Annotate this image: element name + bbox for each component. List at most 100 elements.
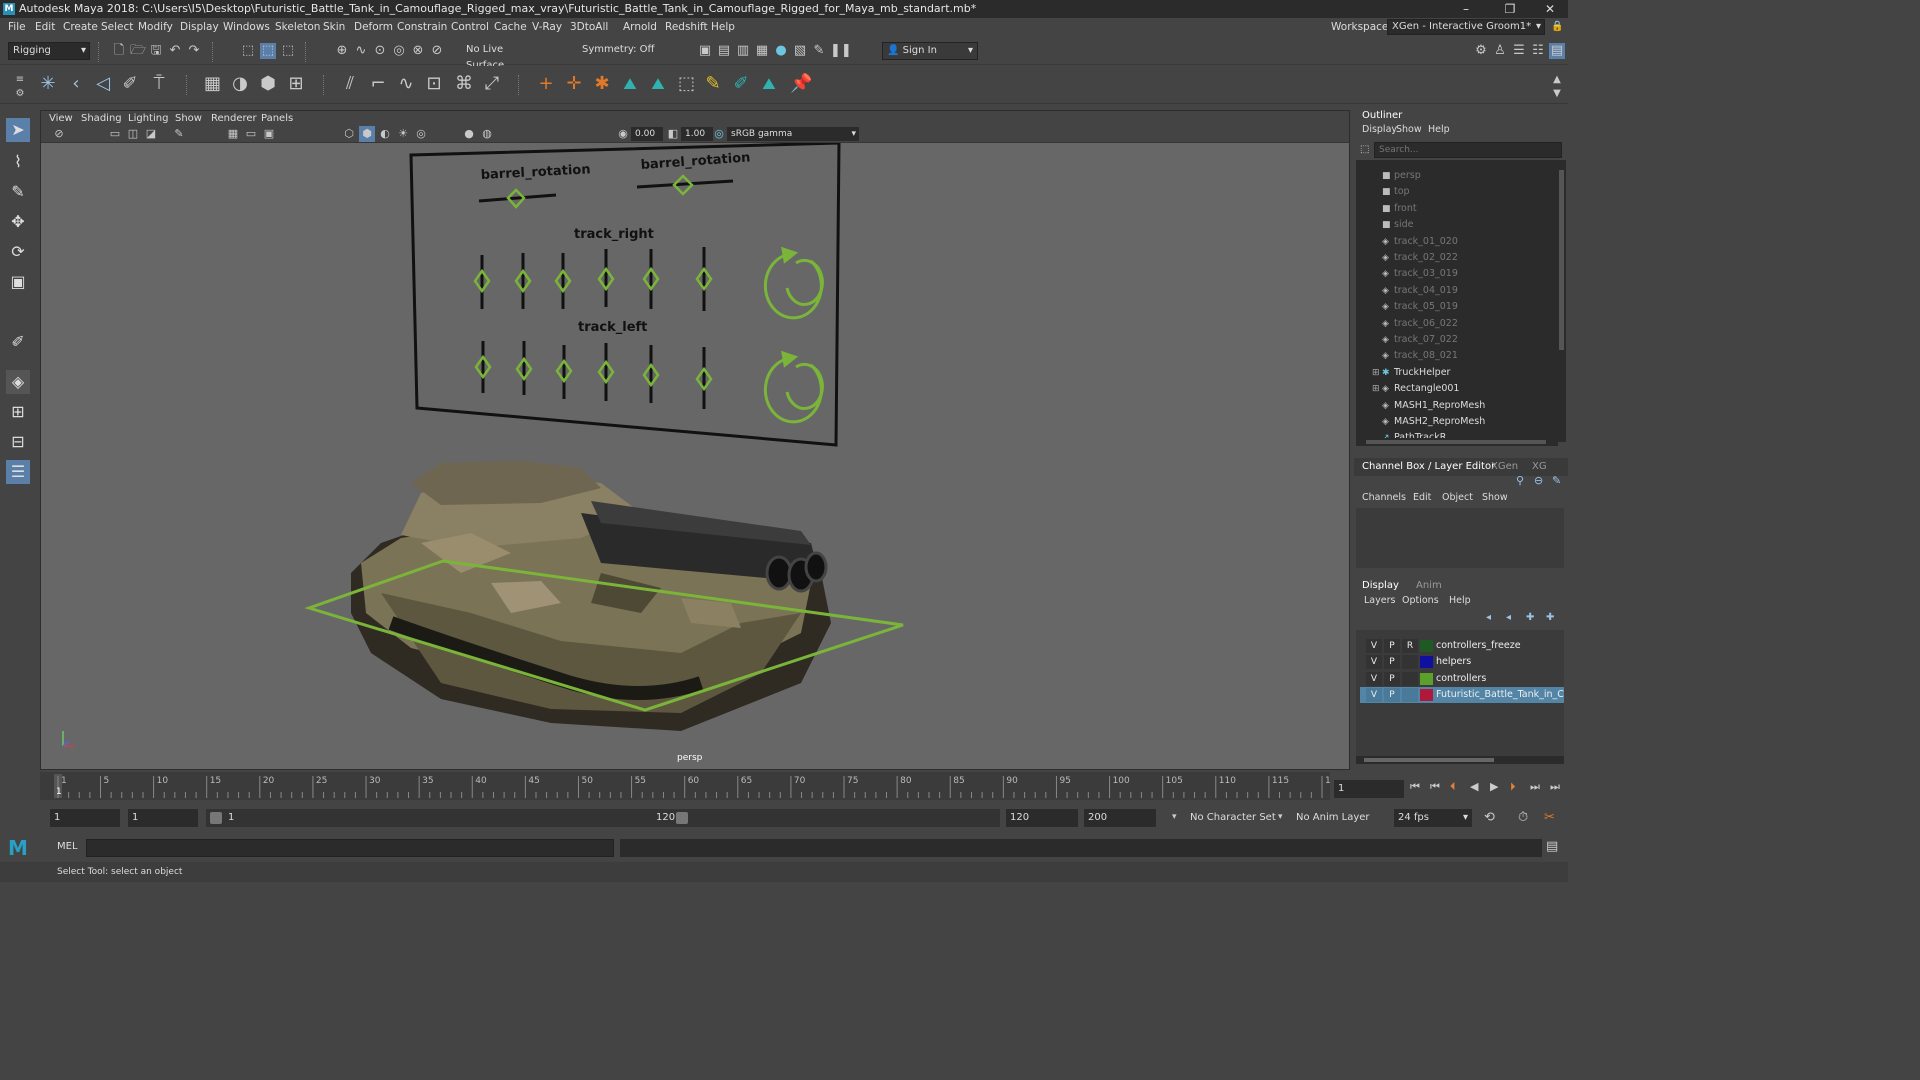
snap-surface-icon[interactable]: ⊗ [410, 43, 426, 59]
snap-curve-icon[interactable]: ∿ [353, 43, 369, 59]
menu-select[interactable]: Select [101, 18, 133, 36]
lattice-icon[interactable]: ▦ [204, 75, 221, 93]
outliner-scroll-thumb[interactable] [1559, 170, 1564, 350]
outliner-item[interactable]: ⊞ ◈ Rectangle001 [1372, 381, 1459, 397]
shelf-settings-icon[interactable]: ⚙ [12, 86, 28, 102]
viewport-menu-shading[interactable]: Shading [81, 111, 122, 126]
layer-color-swatch[interactable] [1420, 689, 1433, 702]
joint-tool-icon[interactable]: ✳ [40, 75, 56, 93]
wave-deformer-icon[interactable]: ⤢ [484, 75, 500, 93]
wireframe-icon[interactable]: ⬡ [341, 126, 357, 142]
range-slider-left-handle[interactable] [210, 812, 222, 824]
viewport-panel[interactable]: View Shading Lighting Show Renderer Pane… [40, 110, 1350, 770]
wrap-icon[interactable]: ⬢ [260, 75, 276, 93]
lasso-tool-icon[interactable]: ⌇ [6, 150, 30, 174]
xray-icon[interactable]: ◎ [413, 126, 429, 142]
outliner-item[interactable]: ◈ track_01_020 [1382, 234, 1458, 250]
key-icon[interactable]: ⚲ [1516, 474, 1524, 487]
render-settings-icon[interactable]: ▦ [754, 43, 770, 59]
exposure-icon[interactable]: ◉ [615, 126, 631, 142]
twist-deformer-icon[interactable]: ⌘ [455, 75, 473, 93]
le-menu-options[interactable]: Options [1402, 595, 1439, 606]
outliner-item[interactable]: ■ persp [1382, 168, 1421, 184]
menu-display[interactable]: Display [180, 18, 219, 36]
scale-constraint-icon[interactable]: ⛰ [650, 76, 666, 92]
blend-shape-icon[interactable]: ⫽ [342, 75, 358, 93]
expand-icon[interactable]: ⊞ [1372, 381, 1380, 397]
outliner-item[interactable]: ◈ track_02_022 [1382, 250, 1458, 266]
outliner-menu-help[interactable]: Help [1428, 124, 1450, 135]
menu-3dtoall[interactable]: 3DtoAll [570, 18, 608, 36]
outliner-layout-icon[interactable]: ☰ [6, 460, 30, 484]
outliner-item[interactable]: ◈ MASH2_ReproMesh [1382, 414, 1485, 430]
lights-icon[interactable]: ☀ [395, 126, 411, 142]
redo-icon[interactable]: ↷ [186, 43, 202, 59]
new-scene-icon[interactable]: 🗋 [111, 43, 127, 59]
menu-edit[interactable]: Edit [35, 18, 55, 36]
camera-select-icon[interactable]: ⊘ [51, 126, 67, 142]
exposure-field[interactable]: 0.00 [631, 127, 663, 141]
move-tool-icon[interactable]: ✥ [6, 210, 30, 234]
close-icon[interactable]: ✕ [1536, 0, 1564, 18]
pin-icon[interactable]: 📌 [790, 75, 812, 93]
outliner-item[interactable]: ◈ track_08_021 [1382, 348, 1458, 364]
layer-playback-toggle[interactable]: P [1384, 671, 1400, 686]
wire-icon[interactable]: ⊞ [288, 75, 304, 93]
channel-box-area[interactable] [1356, 508, 1564, 568]
step-forward-key-icon[interactable]: ⏭ [1530, 780, 1540, 794]
menu-skeleton[interactable]: Skeleton [275, 18, 320, 36]
outliner-item[interactable]: ◈ MASH1_ReproMesh [1382, 398, 1485, 414]
menu-file[interactable]: File [8, 18, 26, 36]
playback-end-field[interactable]: 120 [1006, 809, 1078, 827]
range-slider[interactable]: 1 120 [206, 809, 1000, 827]
image-plane-icon[interactable]: ◫ [125, 126, 141, 142]
parent-constraint-icon[interactable]: ⛰ [622, 76, 638, 92]
menu-skin[interactable]: Skin [323, 18, 345, 36]
pause-render-icon[interactable]: ❚❚ [830, 43, 852, 59]
snap-pivot-icon[interactable]: ⊘ [429, 43, 445, 59]
time-slider[interactable]: 1 5 10 15 20 25 30 35 40 45 50 55 60 65 70 75 80 85 90 95 10… [40, 772, 1342, 800]
tab-anim-layers[interactable]: Anim [1416, 580, 1442, 591]
hik-icon[interactable]: ⍑ [151, 75, 167, 93]
select-hierarchy-icon[interactable]: ⬚ [240, 43, 256, 59]
script-editor-icon[interactable]: ▤ [1546, 839, 1558, 854]
attribute-editor-icon[interactable]: ☰ [1511, 43, 1527, 59]
rotate-tool-icon[interactable]: ⟳ [6, 240, 30, 264]
view-transform-dropdown[interactable]: sRGB gamma ▾ [727, 127, 859, 141]
le-menu-help[interactable]: Help [1449, 595, 1471, 606]
open-scene-icon[interactable]: 🗁 [130, 43, 146, 59]
layer-row[interactable]: V P Rcontrollers_freeze [1360, 638, 1564, 654]
outliner-item[interactable]: ◈ track_04_019 [1382, 283, 1458, 299]
outliner-item[interactable]: ◈ track_03_019 [1382, 266, 1458, 282]
layer-hscrollbar[interactable] [1356, 756, 1564, 764]
outliner-item[interactable]: ◈ track_07_022 [1382, 332, 1458, 348]
character-set-dropdown[interactable]: No Character Set [1186, 809, 1284, 827]
ik-handle-icon[interactable]: ‹ [68, 75, 84, 93]
scene-start-field[interactable]: 1 [50, 809, 120, 827]
tab-display-layers[interactable]: Display [1362, 580, 1399, 591]
pole-vector-icon[interactable]: ⬚ [678, 75, 695, 93]
menu-arnold[interactable]: Arnold [623, 18, 657, 36]
outliner-item[interactable]: ■ top [1382, 184, 1410, 200]
single-perspective-layout-icon[interactable]: ◈ [6, 370, 30, 394]
range-slider-right-handle[interactable] [676, 812, 688, 824]
menu-cache[interactable]: Cache [494, 18, 527, 36]
step-back-frame-icon[interactable]: ⏴ [1450, 780, 1456, 794]
aim-constraint-icon[interactable]: ✛ [566, 75, 582, 93]
squash-deformer-icon[interactable]: ⊡ [426, 75, 442, 93]
layer-visibility-toggle[interactable]: V [1366, 655, 1382, 670]
snap-point-icon[interactable]: ⊙ [372, 43, 388, 59]
layer-row[interactable]: V Pcontrollers [1360, 671, 1564, 687]
restore-icon[interactable]: ❐ [1496, 0, 1524, 18]
layer-color-swatch[interactable] [1420, 672, 1433, 685]
mel-command-input[interactable] [86, 839, 614, 857]
play-backward-icon[interactable]: ◀ [1470, 780, 1478, 793]
filter-icon[interactable]: ⬚ [1360, 144, 1369, 155]
ambient-occlusion-icon[interactable]: ● [461, 126, 477, 142]
two-d-pan-icon[interactable]: ◪ [143, 126, 159, 142]
step-back-key-icon[interactable]: ⏮ [1430, 780, 1440, 794]
tab-channel-box[interactable]: Channel Box / Layer Editor [1362, 461, 1495, 472]
outliner-item[interactable]: ■ side [1382, 217, 1413, 233]
menu-modify[interactable]: Modify [138, 18, 173, 36]
loop-icon[interactable]: ⟲ [1484, 810, 1495, 825]
